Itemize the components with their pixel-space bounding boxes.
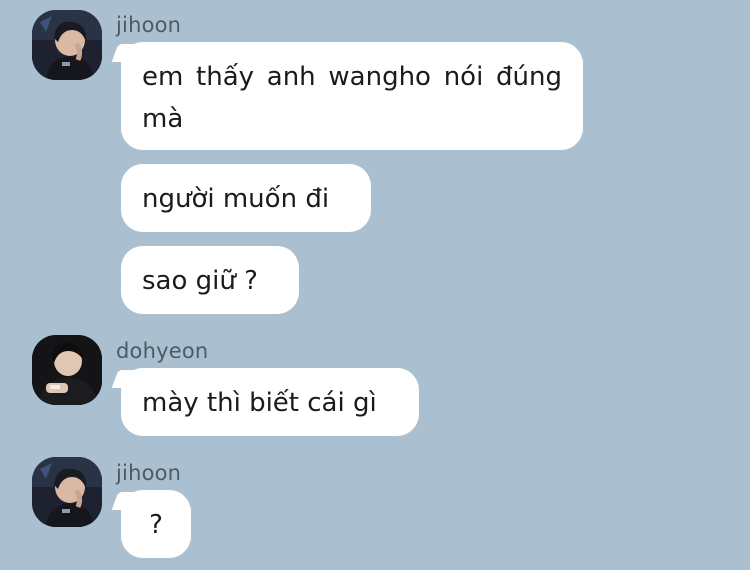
avatar[interactable] xyxy=(32,10,102,80)
sender-name: jihoon xyxy=(116,13,182,37)
user-avatar-icon xyxy=(32,457,102,527)
chat-area: jihoon em thấy anh wangho nói đúng mà ng… xyxy=(0,0,750,570)
avatar[interactable] xyxy=(32,457,102,527)
message-bubble[interactable]: em thấy anh wangho nói đúng mà xyxy=(121,42,583,150)
message-bubble[interactable]: ? xyxy=(121,490,191,558)
user-avatar-icon xyxy=(32,10,102,80)
avatar[interactable] xyxy=(32,335,102,405)
message-bubble[interactable]: mày thì biết cái gì xyxy=(121,368,419,436)
user-avatar-icon xyxy=(32,335,102,405)
message-bubble[interactable]: người muốn đi xyxy=(121,164,371,232)
sender-name: dohyeon xyxy=(116,339,209,363)
sender-name: jihoon xyxy=(116,461,182,485)
message-bubble[interactable]: sao giữ ? xyxy=(121,246,299,314)
